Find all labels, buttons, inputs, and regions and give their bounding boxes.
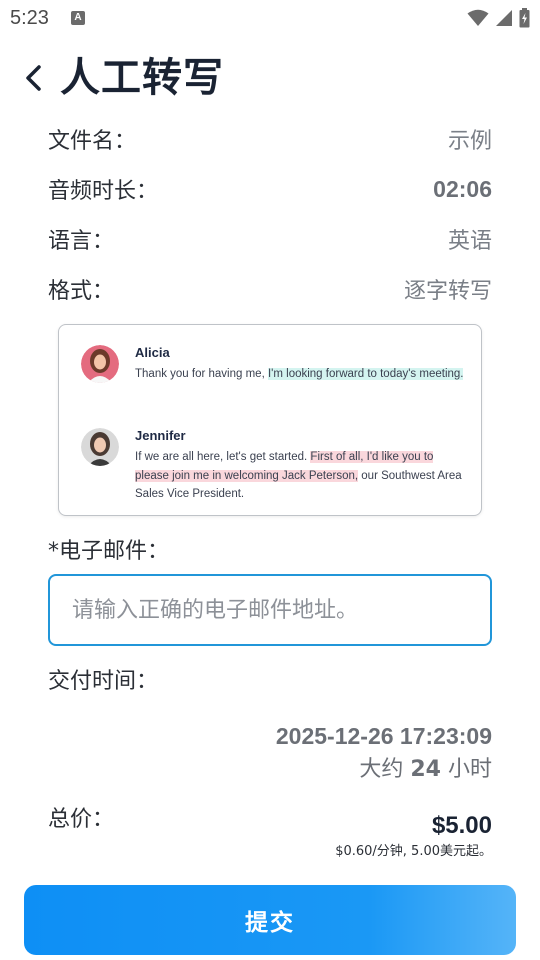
avatar xyxy=(81,345,119,383)
transcript-entry: Alicia Thank you for having me, I'm look… xyxy=(81,345,465,384)
price-rate-note: $0.60/分钟, 5.00美元起。 xyxy=(335,844,492,859)
speaker-text-highlight: I'm looking forward to today's meeting. xyxy=(267,368,464,380)
duration-label: 音频时长： xyxy=(48,179,159,204)
transcript-preview-card: Alicia Thank you for having me, I'm look… xyxy=(58,324,482,516)
app-header: 人工转写 xyxy=(0,48,540,108)
delivery-approx-suffix: 小时 xyxy=(441,757,492,782)
chevron-left-icon xyxy=(26,65,41,91)
delivery-approx-hours: 24 xyxy=(410,757,441,782)
delivery-approx: 大约 24 小时 xyxy=(359,752,492,788)
language-row: 语言： 英语 xyxy=(48,219,492,259)
status-time: 5:23 xyxy=(10,7,49,29)
total-price-label: 总价： xyxy=(48,807,115,832)
email-label: *电子邮件： xyxy=(48,539,170,564)
delivery-time-label: 交付时间： xyxy=(48,669,159,694)
format-label: 格式： xyxy=(48,279,115,304)
avatar xyxy=(81,428,119,466)
duration-row: 音频时长： 02:06 xyxy=(48,169,492,209)
speaker-text: If we are all here, let's get started. F… xyxy=(135,448,465,504)
file-name-value: 示例 xyxy=(447,129,492,154)
submit-button[interactable]: 提交 xyxy=(24,885,516,955)
speaker-text: Thank you for having me, I'm looking for… xyxy=(135,365,465,384)
delivery-datetime: 2025-12-26 17:23:09 xyxy=(275,723,492,749)
format-value: 逐字转写 xyxy=(403,279,492,304)
speaker-text-plain: Thank you for having me, xyxy=(135,368,268,380)
total-price-value: $5.00 xyxy=(431,812,492,839)
notification-icon: A xyxy=(71,11,85,25)
back-button[interactable] xyxy=(16,58,50,98)
speaker-name: Jennifer xyxy=(135,428,186,443)
wifi-icon xyxy=(467,9,489,26)
email-input[interactable] xyxy=(48,574,492,646)
format-row: 格式： 逐字转写 xyxy=(48,269,492,309)
speaker-text-plain: If we are all here, let's get started. xyxy=(135,451,311,463)
signal-icon xyxy=(496,10,512,26)
page-title: 人工转写 xyxy=(60,55,224,101)
file-name-row: 文件名： 示例 xyxy=(48,119,492,159)
transcript-entry: Jennifer If we are all here, let's get s… xyxy=(81,428,465,504)
delivery-approx-prefix: 大约 xyxy=(359,757,411,782)
file-name-label: 文件名： xyxy=(48,129,137,154)
duration-value: 02:06 xyxy=(433,175,492,202)
status-bar: 5:23 A xyxy=(0,0,540,36)
alicia-avatar-image xyxy=(81,345,119,383)
battery-charging-icon xyxy=(519,8,530,28)
language-label: 语言： xyxy=(48,229,115,254)
jennifer-avatar-image xyxy=(81,428,119,466)
status-icons xyxy=(467,8,530,28)
language-value: 英语 xyxy=(447,229,492,254)
speaker-name: Alicia xyxy=(135,345,170,360)
